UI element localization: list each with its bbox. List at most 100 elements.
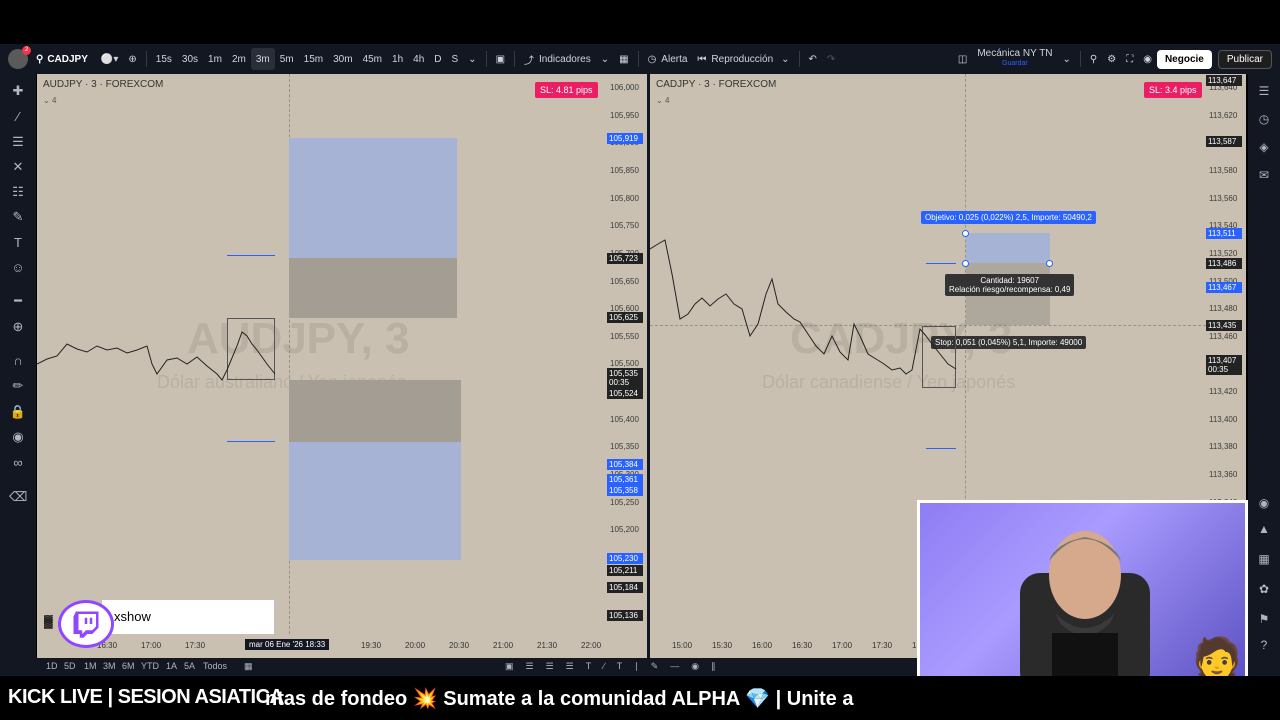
price-tick: 105,200 [610,525,639,535]
price-candles [37,331,276,381]
alarm-clock-icon[interactable]: ◷ [1255,110,1273,128]
calendar-icon[interactable]: ▦ [1255,550,1273,568]
add-symbol-icon[interactable]: ⊕ [123,48,141,70]
price-tag: 105,625 [607,312,643,323]
time-tick: 21:30 [537,641,558,650]
price-tag: 105,230 [607,553,643,564]
link-icon[interactable]: ∞ [9,454,27,472]
calendar-icon[interactable]: ▦ [244,661,253,672]
alert-button[interactable]: ◷ Alerta [643,48,693,70]
range-5D[interactable]: 5D [64,661,76,671]
interval-2m[interactable]: 2m [227,48,251,70]
webcam-overlay: 🧑 [917,500,1248,695]
range-1D[interactable]: 1D [46,661,58,671]
layers-icon[interactable]: ◈ [1255,138,1273,156]
chat-icon[interactable]: ✉ [1255,166,1273,184]
settings-icon[interactable]: ⚙ [1102,48,1121,70]
interval-15m[interactable]: 15m [299,48,328,70]
drawing-toolbar: ✚ ∕ ☰ ✕ ☷ ✎ T ☺ ━ ⊕ ∩ ✏ 🔒 ◉ ∞ ⌫ [0,74,36,660]
layout-icon[interactable]: ◫ [953,48,972,70]
trend-line-icon[interactable]: ∕ [9,108,27,126]
fib-icon[interactable]: ☷ [9,183,27,201]
range-1M[interactable]: 1M [84,661,97,671]
price-axis-audjpy[interactable]: 106,000105,950105,900105,850105,800105,7… [607,74,647,634]
time-tick: 17:30 [185,641,206,650]
crosshair-icon[interactable]: ✚ [9,82,27,100]
stream-ticker: KICK LIVE | SESION ASIATICA ntas de fond… [0,676,1280,720]
target-icon[interactable]: ◉ [1255,494,1273,512]
undo-icon[interactable]: ↶ [804,48,822,70]
price-tag: 113,647 [1206,75,1242,86]
time-tick: 16:00 [752,641,773,650]
price-tick: 105,550 [610,331,639,341]
layout-name-button[interactable]: Mecánica NY TN Guardar [972,48,1057,70]
interval-3m[interactable]: 3m [250,48,275,70]
trash-icon[interactable]: ⌫ [9,488,27,506]
price-tag: 00:35 [607,377,643,388]
indicators-icon: ⤴ [524,55,535,67]
range-5A[interactable]: 5A [184,661,195,671]
text-icon[interactable]: T [9,234,27,252]
chevron-down-icon[interactable]: ⌄ [463,48,481,70]
drawing-shortcuts[interactable]: ▣☰☰☰T∕T∣✎—◉∥ [505,661,728,672]
watchlist-icon[interactable]: ☰ [1255,82,1273,100]
range-1A[interactable]: 1A [166,661,177,671]
user-avatar[interactable]: 2 [8,46,31,69]
replay-button[interactable]: ⏮ Reproducción ⌄ [692,48,794,70]
indicators-button[interactable]: ⤴ Indicadores ⌄ [519,48,614,70]
alert-label: Alerta [661,53,688,65]
time-axis-audjpy[interactable]: 16:30 17:00 17:30 19:30 20:00 20:30 21:00 21:30… [37,634,647,658]
layout-saved: Guardar [1002,60,1028,67]
ruler-icon[interactable]: ━ [9,292,27,310]
interval-S[interactable]: S [447,48,464,70]
range-6M[interactable]: 6M [122,661,135,671]
interval-30s[interactable]: 30s [177,48,203,70]
interval-15s[interactable]: 15s [151,48,177,70]
eye-icon[interactable]: ◉ [9,428,27,446]
chart-type-icon[interactable]: ▣ [491,48,510,70]
quick-search-icon[interactable]: ⚲ [1085,48,1102,70]
magnet-icon[interactable]: ∩ [9,352,27,370]
price-tag: 105,524 [607,388,643,399]
interval-D[interactable]: D [429,48,446,70]
price-tick: 105,800 [610,193,639,203]
price-tag: 00:35 [1206,364,1242,375]
symbol-search[interactable]: ⚲ CADJPY [28,48,96,70]
help-icon[interactable]: ? [1255,636,1273,654]
pitchfork-icon[interactable]: ✕ [9,158,27,176]
interval-45m[interactable]: 45m [358,48,387,70]
templates-icon[interactable]: ▦ [614,48,633,70]
bell-icon[interactable]: ⚑ [1255,610,1273,628]
emoji-icon[interactable]: ☺ [9,259,27,277]
chevron-down-icon[interactable]: ⌄ [1058,48,1076,70]
horizontal-lines-icon[interactable]: ☰ [9,133,27,151]
compare-icon[interactable]: ⚪▾ [96,48,123,70]
triangle-icon[interactable]: ▲ [1255,520,1273,538]
redo-icon[interactable]: ↷ [822,48,840,70]
brush-icon[interactable]: ✎ [9,208,27,226]
price-tag: 113,486 [1206,258,1242,269]
price-tick: 113,580 [1209,165,1238,175]
broadcast-icon[interactable]: ✿ [1255,580,1273,598]
publish-button[interactable]: Publicar [1217,49,1272,69]
interval-5m[interactable]: 5m [275,48,299,70]
top-toolbar: 2 ⚲ CADJPY ⚪▾ ⊕ 15s 30s 1m 2m 3m 5m 15m 30m 45m 1… [0,44,1280,74]
notification-badge: 2 [22,46,31,55]
chevron-down-icon: ⌄ [600,53,610,65]
interval-4h[interactable]: 4h [408,48,429,70]
trade-button[interactable]: Negocie [1156,49,1212,69]
range-Todos[interactable]: Todos [203,661,227,671]
range-3M[interactable]: 3M [103,661,116,671]
interval-30m[interactable]: 30m [328,48,357,70]
chart-pane-audjpy[interactable]: AUDJPY, 3 Dólar australiano / Yen japoné… [37,74,607,634]
fullscreen-icon[interactable]: ⛶ [1121,48,1138,70]
interval-1m[interactable]: 1m [203,48,227,70]
pencil-lock-icon[interactable]: ✏ [9,377,27,395]
interval-1h[interactable]: 1h [387,48,408,70]
range-YTD[interactable]: YTD [141,661,159,671]
camera-icon[interactable]: ◉ [1138,48,1157,70]
price-tag: 105,919 [607,133,643,144]
lock-icon[interactable]: 🔒 [9,403,27,421]
zoom-icon[interactable]: ⊕ [9,318,27,336]
right-sidebar: ☰ ◷ ◈ ✉ ◉ ▲ ▦ ✿ ⚑ ? [1248,74,1280,660]
